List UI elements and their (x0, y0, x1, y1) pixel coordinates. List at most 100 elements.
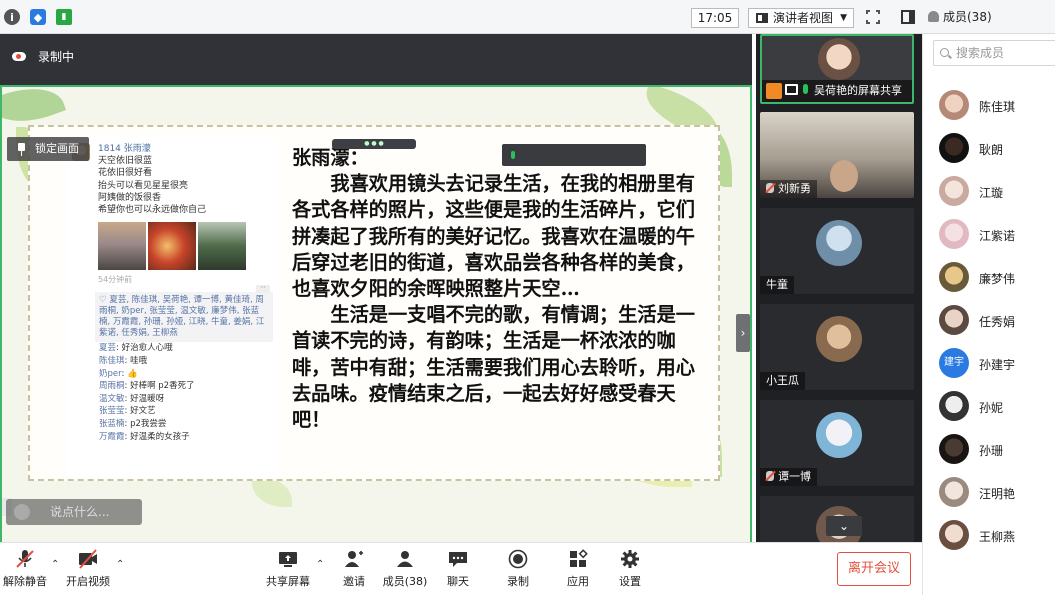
member-search-input[interactable]: 搜索成员 (933, 40, 1055, 66)
essay-paragraph: 生活是一支唱不完的歌，有情调；生活是一首读不完的诗，有韵味；生活是一杯浓浓的咖啡… (292, 303, 695, 432)
post-line: 花依旧很好看 (98, 168, 153, 179)
member-item[interactable]: 廉梦伟 (939, 262, 1055, 294)
member-name: 江紫诺 (979, 229, 1016, 243)
emoji-icon[interactable] (14, 504, 30, 520)
signal-icon[interactable]: ▮ (56, 9, 72, 25)
member-item[interactable]: 江紫诺 (939, 219, 1055, 251)
side-panel-icon[interactable] (901, 10, 915, 24)
avatar (939, 176, 969, 206)
video-tile[interactable]: 小王瓜 (760, 304, 914, 390)
comment-author: 万霞霞 (99, 431, 125, 442)
view-mode-button[interactable]: 演讲者视图 ▼ (748, 8, 854, 28)
chat-button[interactable]: 聊天 (444, 549, 472, 589)
bottom-toolbar: 解除静音 ⌃ 开启视频 ⌃ 共享屏幕 ⌃ 邀请 成员(38) 聊天 录制 应用 … (0, 542, 922, 595)
video-tile[interactable]: 牛童 (760, 208, 914, 294)
comment-author: 奶per (99, 368, 122, 379)
photo-sunset (98, 222, 146, 271)
post-line: 希望你也可以永远做你自己 (98, 205, 207, 216)
video-tile-label: 小王瓜 (760, 372, 805, 390)
settings-label: 设置 (619, 575, 641, 588)
member-item[interactable]: 任秀娟 (939, 305, 1055, 337)
info-icon[interactable]: i (4, 9, 20, 25)
member-search-placeholder: 搜索成员 (956, 46, 1005, 60)
member-name: 任秀娟 (979, 315, 1016, 329)
chat-quick-input[interactable]: 说点什么... (6, 499, 142, 525)
video-tile-label: 谭一博 (760, 468, 817, 486)
comment-author: 周雨桐 (99, 381, 125, 392)
video-gallery: 吴荷艳的屏幕共享 刘新勇 牛童 小王瓜 谭一博 ⌄ (756, 34, 922, 542)
speaker-view-icon (756, 13, 768, 23)
shared-content: 锁定画面 ● ● ● 1814 张雨濛 天空依旧很蓝 花依旧很好看 抬头可以看见… (0, 85, 752, 547)
settings-button[interactable]: 设置 (616, 549, 644, 589)
comment-text: : 好治愈人心哦 (116, 343, 173, 354)
comment-author: 夏芸 (99, 343, 117, 354)
video-tile-name: 刘新勇 (778, 182, 811, 195)
post-time: 54分钟前 (98, 275, 133, 285)
collapse-video-button[interactable]: › (736, 314, 750, 352)
comment-text: : p2我尝尝 (124, 418, 167, 429)
member-item[interactable]: 汪明艳 (939, 477, 1055, 509)
post-likes: ♡ 夏芸, 陈佳琪, 吴荷艳, 谭一博, 黄佳琦, 周雨桐, 奶per, 张莹莹… (95, 292, 273, 343)
share-screen-button[interactable]: 共享屏幕 (264, 549, 312, 589)
member-item[interactable]: 王柳燕 (939, 520, 1055, 552)
post-comment: 陈佳琪: 哇哦 (98, 355, 278, 368)
post-line: 天空依旧很蓝 (98, 156, 153, 167)
avatar (939, 262, 969, 292)
shared-screen-area: 录制中 锁定画面 ● ● ● 1814 张雨濛 天空依旧很蓝 花依旧很好看 抬头… (0, 34, 752, 547)
apps-button[interactable]: 应用 (564, 549, 592, 589)
post-comment: 周雨桐: 好棒啊 p2香死了 (98, 380, 278, 393)
post-comment: 奶per: 👍 (98, 368, 278, 381)
video-tile-name: 吴荷艳的屏幕共享 (814, 84, 902, 97)
participant-avatar (816, 220, 862, 266)
search-icon (940, 48, 949, 57)
member-item[interactable]: 陈佳琪 (939, 90, 1055, 122)
photo-street (198, 222, 246, 271)
member-item[interactable]: 孙妮 (939, 391, 1055, 423)
comment-text: : 好文艺 (124, 406, 156, 417)
video-tile[interactable]: 刘新勇 (760, 112, 914, 198)
chevron-up-icon[interactable]: ⌃ (116, 559, 124, 570)
more-icon: ·· (256, 284, 270, 293)
members-button[interactable]: 成员(38) (382, 549, 428, 589)
avatar (939, 477, 969, 507)
post-comment: 张蓝楠: p2我尝尝 (98, 418, 278, 431)
members-count-top[interactable]: 成员(38) (928, 8, 992, 25)
member-name: 廉梦伟 (979, 272, 1016, 286)
member-item[interactable]: 江璇 (939, 176, 1055, 208)
chevron-up-icon[interactable]: ⌃ (316, 559, 324, 570)
person-icon (928, 11, 939, 22)
member-item[interactable]: 孙珊 (939, 434, 1055, 466)
comment-author: 张蓝楠 (99, 418, 125, 429)
member-item[interactable]: 耿朗 (939, 133, 1055, 165)
chevron-down-icon: ▼ (840, 13, 847, 23)
chat-quick-placeholder: 说点什么... (50, 505, 110, 519)
lock-screen-button[interactable]: 锁定画面 (7, 137, 89, 161)
video-tile[interactable]: 吴荷艳的屏幕共享 (760, 34, 914, 104)
record-button[interactable]: 录制 (504, 549, 532, 589)
avatar: 建宇 (939, 348, 969, 378)
avatar (939, 434, 969, 464)
comment-text: : 哇哦 (124, 356, 148, 367)
post-comment: 温文敏: 好温暖呀 (98, 393, 278, 406)
essay-paragraph: 我喜欢用镜头去记录生活，在我的相册里有各式各样的照片，这些便是我的生活碎片，它们… (292, 172, 695, 301)
speaker-indicator (502, 144, 646, 166)
chevron-up-icon[interactable]: ⌃ (51, 559, 59, 570)
scroll-down-button[interactable]: ⌄ (826, 516, 862, 536)
video-tile[interactable]: 谭一博 (760, 400, 914, 486)
participant-avatar (818, 38, 860, 80)
comment-text: : 好温暖呀 (124, 393, 165, 404)
member-item[interactable]: 建宇 孙建宇 (939, 348, 1055, 380)
view-mode-label: 演讲者视图 (773, 11, 834, 25)
start-video-button[interactable]: 开启视频 (65, 549, 111, 589)
invite-button[interactable]: 邀请 (338, 549, 370, 589)
member-name: 耿朗 (979, 143, 1004, 157)
recording-label: 录制中 (38, 50, 75, 64)
video-tile-label: 刘新勇 (760, 180, 817, 198)
comment-text: : 好棒啊 p2香死了 (124, 381, 195, 392)
shield-icon[interactable]: ◆ (30, 9, 46, 25)
leave-meeting-button[interactable]: 离开会议 (837, 552, 911, 586)
members-panel: 搜索成员 陈佳琪 耿朗 江璇 江紫诺 廉梦伟 任秀娟 建宇 孙建宇 孙妮 孙珊 汪… (922, 34, 1055, 595)
unmute-button[interactable]: 解除静音 (2, 549, 48, 589)
fullscreen-icon[interactable] (866, 10, 880, 24)
avatar (939, 219, 969, 249)
